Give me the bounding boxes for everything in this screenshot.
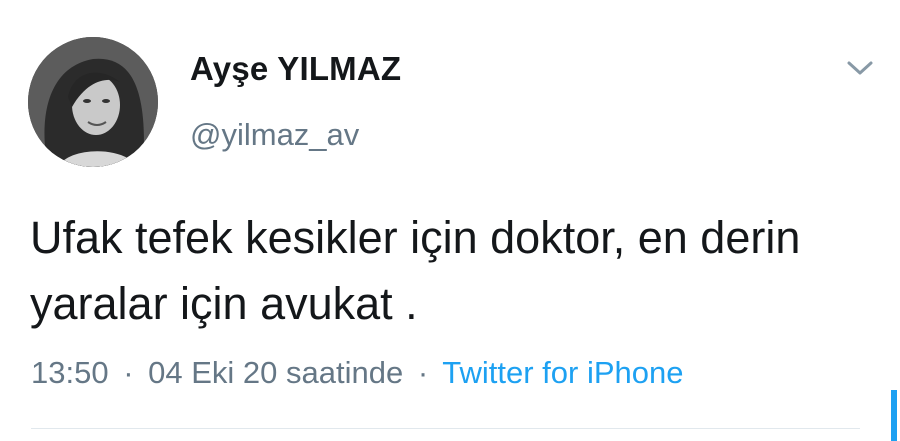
tweet-menu-button[interactable] (840, 48, 880, 88)
tweet-meta: 13:50 · 04 Eki 20 saatinde · Twitter for… (31, 355, 683, 391)
meta-separator: · (123, 355, 134, 390)
chevron-down-icon (847, 61, 873, 75)
author-handle[interactable]: @yilmaz_av (190, 117, 359, 153)
tweet-card: Ayşe YILMAZ @yilmaz_av Ufak tefek kesikl… (0, 0, 900, 441)
avatar[interactable] (28, 37, 158, 167)
avatar-photo (28, 37, 158, 167)
divider (31, 428, 860, 429)
tweet-text: Ufak tefek kesikler için doktor, en deri… (30, 212, 801, 329)
scrollbar[interactable] (891, 390, 897, 441)
author-display-name[interactable]: Ayşe YILMAZ (190, 50, 401, 88)
tweet-time[interactable]: 13:50 (31, 355, 109, 390)
tweet-date[interactable]: 04 Eki 20 saatinde (148, 355, 403, 390)
meta-separator-2: · (417, 355, 429, 390)
tweet-source-link[interactable]: Twitter for iPhone (442, 355, 683, 390)
